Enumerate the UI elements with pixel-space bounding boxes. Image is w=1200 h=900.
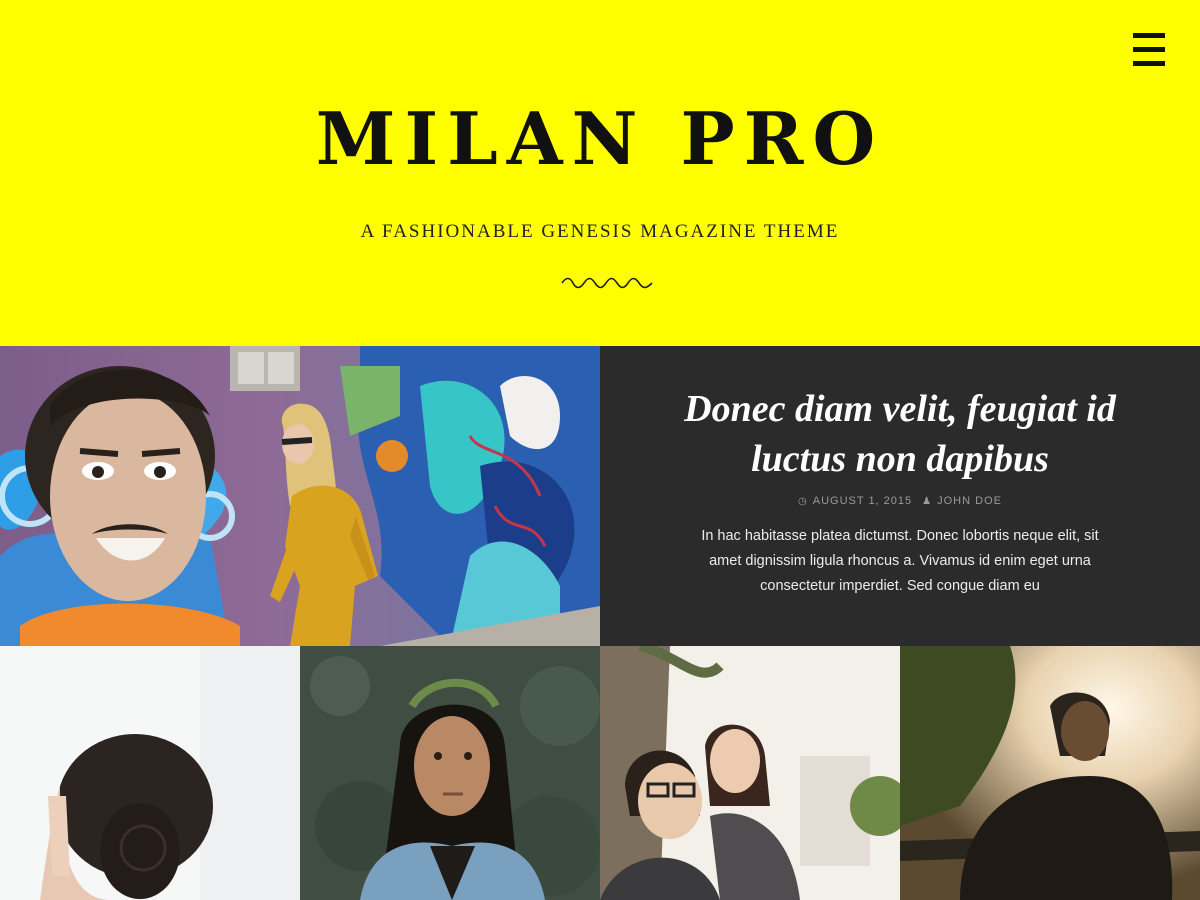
featured-post-meta: ◷ AUGUST 1, 2015 ♟ JOHN DOE [600,495,1200,507]
woman-leaf-crown-photo [300,646,600,900]
hamburger-menu-icon[interactable] [1133,33,1165,67]
featured-post-title[interactable]: Donec diam velit, feugiat id luctus non … [660,384,1140,484]
post-thumbnail-3[interactable] [600,646,900,900]
post-date: AUGUST 1, 2015 [812,495,913,507]
site-header: MILAN PRO A FASHIONABLE GENESIS MAGAZINE… [0,0,1200,346]
featured-post-panel: Donec diam velit, feugiat id luctus non … [600,346,1200,646]
mural-street-photo [0,346,600,646]
post-thumbnail-2[interactable] [300,646,600,900]
site-title-link[interactable]: MILAN PRO [316,96,884,181]
post-author[interactable]: JOHN DOE [937,495,1002,507]
site-title: MILAN PRO [0,103,1200,175]
user-icon: ♟ [922,496,933,507]
clock-icon: ◷ [798,496,808,507]
site-description: A FASHIONABLE GENESIS MAGAZINE THEME [360,221,840,242]
squiggle-divider-icon [561,277,653,289]
man-sunset-photo [900,646,1200,900]
post-thumbnail-4[interactable] [900,646,1200,900]
featured-post-excerpt: In hac habitasse platea dictumst. Donec … [701,528,1099,594]
post-thumbnail-1[interactable] [0,646,300,900]
couple-piggyback-photo [600,646,900,900]
featured-post-image[interactable] [0,346,600,646]
woman-hair-bun-photo [0,646,300,900]
